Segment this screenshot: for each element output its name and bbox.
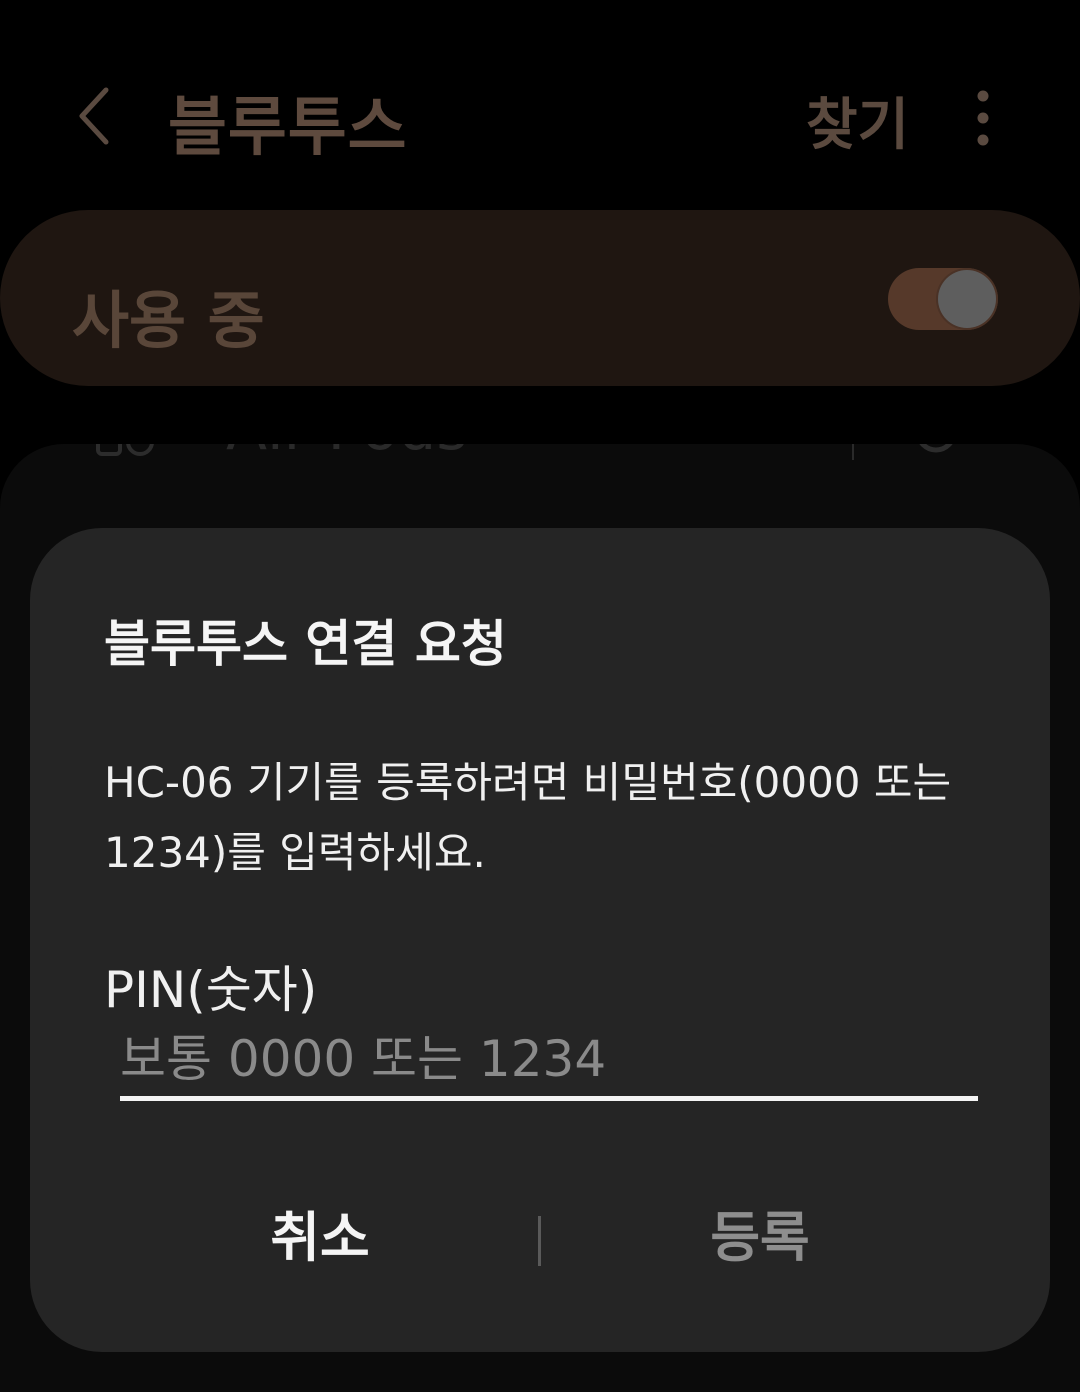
register-button[interactable]: 등록 <box>540 1188 980 1288</box>
bluetooth-settings-screen: 블루투스 찾기 사용 중 Air Pods 블 <box>0 0 1080 1392</box>
pin-input[interactable] <box>120 1022 978 1101</box>
bluetooth-master-switch-card[interactable]: 사용 중 <box>0 210 1080 386</box>
earbuds-icon <box>96 444 154 456</box>
dialog-title: 블루투스 연결 요청 <box>104 615 507 673</box>
page-title: 블루투스 <box>168 91 408 165</box>
device-name: Air Pods <box>226 444 468 464</box>
search-button[interactable]: 찾기 <box>806 80 909 161</box>
more-vertical-icon[interactable] <box>966 88 1000 148</box>
toggle-thumb <box>938 270 996 328</box>
divider <box>852 444 854 460</box>
list-item[interactable]: Air Pods <box>0 444 1080 464</box>
app-bar: 블루투스 찾기 <box>0 0 1080 210</box>
cancel-button[interactable]: 취소 <box>100 1188 540 1288</box>
dialog-message: HC-06 기기를 등록하려면 비밀번호(0000 또는 1234)를 입력하세… <box>104 758 952 877</box>
dialog-button-row: 취소 등록 <box>30 1188 1050 1288</box>
master-switch-label: 사용 중 <box>72 284 265 357</box>
chevron-left-icon[interactable] <box>70 84 120 148</box>
bluetooth-pairing-dialog: 블루투스 연결 요청 HC-06 기기를 등록하려면 비밀번호(0000 또는 … <box>30 528 1050 1352</box>
gear-icon[interactable] <box>904 444 968 460</box>
pin-label: PIN(숫자) <box>104 961 318 1019</box>
bluetooth-toggle[interactable] <box>888 268 998 330</box>
